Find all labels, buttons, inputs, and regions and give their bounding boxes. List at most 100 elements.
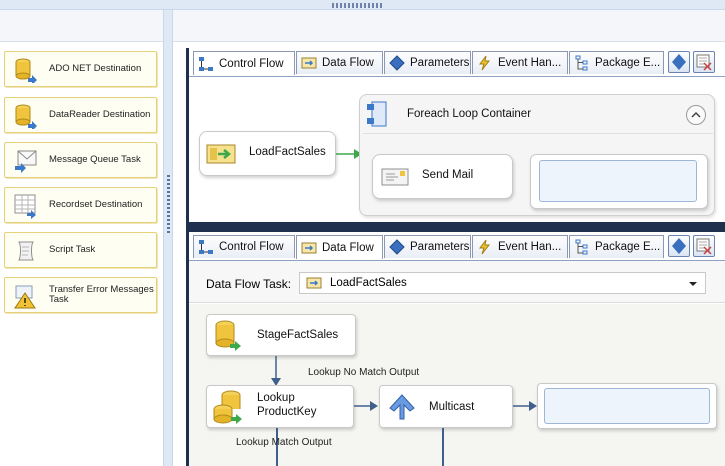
designer-separator — [186, 222, 725, 232]
component-label: Multicast — [429, 401, 475, 413]
designer-tabbar: Control Flow Data Flow Parameters Event … — [189, 48, 725, 77]
send-mail-task[interactable]: Send Mail — [372, 154, 513, 199]
data-flow-task-select[interactable]: LoadFactSales — [299, 272, 706, 294]
tab-label: Event Han... — [498, 241, 562, 253]
toolbox-item-label: Script Task — [49, 244, 96, 255]
splitter-grip[interactable] — [167, 175, 170, 235]
data-path-arrow[interactable] — [513, 400, 539, 412]
control-flow-icon — [198, 56, 214, 72]
empty-task-placeholder — [539, 160, 697, 202]
toolbox-item-label: DataReader Destination — [49, 109, 151, 120]
tab-label: Package E... — [595, 241, 661, 253]
chevron-down-icon[interactable] — [688, 279, 698, 287]
toolbox-item-script-task[interactable]: Script Task — [4, 232, 157, 268]
ssis-toolbox: ADO NET Destination DataReader Destinati… — [0, 10, 163, 466]
tab-parameters[interactable]: Parameters — [384, 51, 471, 74]
empty-component-slot[interactable] — [537, 383, 717, 429]
tab-label: Parameters — [410, 57, 470, 69]
database-destination-icon — [13, 57, 39, 85]
data-path-arrow[interactable] — [354, 400, 380, 412]
lightning-icon — [477, 239, 493, 255]
toolbox-item-ado-net-destination[interactable]: ADO NET Destination — [4, 51, 157, 87]
tree-icon — [574, 239, 590, 255]
toolbox-item-label: Message Queue Task — [49, 154, 141, 165]
variables-window-button[interactable] — [693, 235, 715, 257]
lightning-icon — [477, 55, 493, 71]
empty-task-slot[interactable] — [530, 154, 708, 209]
tab-label: Package E... — [595, 57, 661, 69]
designer-tabbar: Control Flow Data Flow Parameters Event … — [189, 232, 725, 261]
parameters-toolbar-button[interactable] — [668, 235, 690, 257]
toolbox-item-label: Transfer Error Messages Task — [49, 284, 154, 305]
component-label: Lookup ProductKey — [257, 392, 317, 418]
control-flow-designer: Control Flow Data Flow Parameters Event … — [186, 48, 725, 222]
stage-fact-sales-source[interactable]: StageFactSales — [206, 314, 356, 356]
tab-control-flow[interactable]: Control Flow — [193, 51, 295, 75]
lookup-icon — [211, 389, 245, 425]
toolbox-header — [0, 10, 163, 42]
tab-data-flow[interactable]: Data Flow — [296, 235, 383, 259]
script-scroll-icon — [13, 238, 39, 264]
toolbox-item-label: ADO NET Destination — [49, 63, 142, 74]
tab-label: Data Flow — [322, 57, 374, 69]
data-path-line[interactable] — [442, 428, 444, 466]
data-flow-task-icon — [206, 143, 236, 165]
tab-data-flow[interactable]: Data Flow — [296, 51, 383, 74]
task-label: LoadFactSales — [249, 146, 326, 158]
data-flow-icon — [306, 276, 322, 290]
parameters-icon — [389, 55, 405, 71]
control-flow-icon — [198, 239, 214, 255]
parameters-icon — [389, 239, 405, 255]
message-queue-icon — [13, 148, 39, 174]
task-label: Send Mail — [422, 169, 474, 181]
tab-label: Control Flow — [219, 57, 284, 70]
path-label-no-match: Lookup No Match Output — [308, 367, 420, 378]
data-path-arrow[interactable] — [270, 356, 282, 388]
recordset-grid-icon — [13, 193, 39, 219]
toolbox-item-transfer-error-messages-task[interactable]: Transfer Error Messages Task — [4, 277, 157, 313]
data-flow-task-label: Data Flow Task: — [206, 277, 292, 291]
tab-label: Control Flow — [219, 241, 284, 253]
toolbox-item-label: Recordset Destination — [49, 199, 143, 210]
tab-package-explorer[interactable]: Package E... — [569, 51, 664, 74]
load-fact-sales-task[interactable]: LoadFactSales — [199, 131, 336, 176]
control-flow-canvas[interactable]: LoadFactSales Foreach Loop Container Sen… — [189, 77, 725, 222]
lookup-product-key-transform[interactable]: Lookup ProductKey — [206, 385, 354, 428]
variables-window-button[interactable] — [693, 51, 715, 73]
transfer-error-icon — [13, 283, 39, 309]
tab-label: Parameters — [410, 241, 470, 253]
data-flow-designer: Control Flow Data Flow Parameters Event … — [186, 232, 725, 466]
foreach-loop-container[interactable]: Foreach Loop Container Send Mail — [359, 94, 715, 216]
data-flow-canvas[interactable]: StageFactSales Lookup No Match Output Lo… — [189, 304, 725, 466]
database-destination-icon — [13, 103, 39, 131]
toolbox-item-datareader-destination[interactable]: DataReader Destination — [4, 97, 157, 133]
collapse-container-button[interactable] — [686, 105, 706, 125]
panel-splitter[interactable] — [163, 10, 173, 466]
tab-event-handlers[interactable]: Event Han... — [472, 51, 568, 74]
top-resize-grip[interactable] — [332, 3, 382, 8]
tab-label: Data Flow — [322, 241, 374, 254]
container-title: Foreach Loop Container — [407, 108, 532, 120]
tab-label: Event Han... — [498, 57, 562, 69]
toolbox-item-recordset-destination[interactable]: Recordset Destination — [4, 187, 157, 223]
database-source-icon — [213, 319, 243, 351]
parameters-toolbar-button[interactable] — [668, 51, 690, 73]
container-divider — [363, 133, 713, 134]
designer-header-area — [173, 10, 725, 42]
path-label-match: Lookup Match Output — [236, 437, 332, 448]
data-flow-icon — [301, 55, 317, 71]
data-flow-task-bar: Data Flow Task: LoadFactSales — [189, 261, 725, 303]
toolbox-item-message-queue-task[interactable]: Message Queue Task — [4, 142, 157, 178]
tab-event-handlers[interactable]: Event Han... — [472, 235, 568, 258]
foreach-loop-icon — [364, 99, 394, 129]
multicast-transform[interactable]: Multicast — [379, 385, 513, 428]
selected-task-value: LoadFactSales — [330, 277, 407, 289]
tab-control-flow[interactable]: Control Flow — [193, 235, 295, 258]
empty-component-placeholder — [544, 388, 710, 424]
multicast-icon — [387, 392, 417, 422]
data-flow-icon — [301, 240, 317, 256]
top-strip — [0, 0, 725, 10]
mail-icon — [381, 167, 409, 187]
tab-package-explorer[interactable]: Package E... — [569, 235, 664, 258]
tab-parameters[interactable]: Parameters — [384, 235, 471, 258]
